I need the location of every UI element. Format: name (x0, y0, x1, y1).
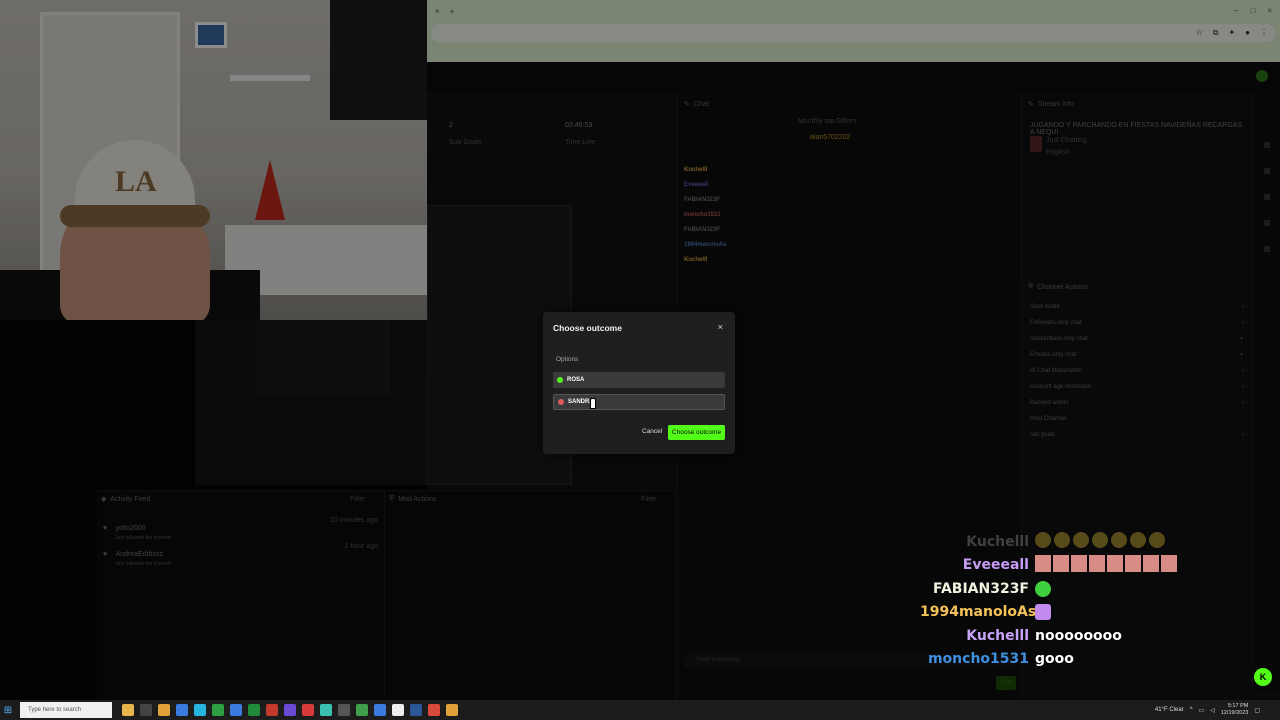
taskbar: ⊞ Type here to search 41°F Clear ^ ▭ ◁ 5… (0, 700, 1280, 720)
purple-feather-emote (1035, 604, 1051, 621)
clock-date: 12/19/2023 (1220, 710, 1249, 716)
app-icon[interactable] (266, 704, 278, 716)
stream-chat-row: FABIAN323F (920, 577, 1250, 601)
stream-chat-message: gooo (1035, 651, 1074, 668)
app-icon[interactable] (374, 704, 386, 716)
modal-title: Choose outcome (553, 323, 622, 333)
option-label: ROSA (567, 377, 585, 383)
option-color-dot (557, 377, 563, 383)
app-icon[interactable] (212, 704, 224, 716)
stream-chat-user: Eveeeall (962, 557, 1029, 574)
obs-icon[interactable] (392, 704, 404, 716)
stream-chat-overlay: Kuchelll Eveeeall FABIAN323F 1994manoloA… (920, 530, 1250, 671)
stream-chat-row: Kuchelll (920, 530, 1250, 554)
taskbar-search[interactable]: Type here to search (20, 702, 112, 718)
option-color-dot (558, 399, 564, 405)
close-icon[interactable]: × (718, 322, 723, 332)
app-icon[interactable] (194, 704, 206, 716)
file-explorer-icon[interactable] (158, 704, 170, 716)
kick-logo-icon: K (1254, 668, 1272, 686)
option-rosa[interactable]: ROSA (553, 372, 725, 388)
app-icon[interactable] (320, 704, 332, 716)
stream-chat-row: Eveeeall (920, 554, 1250, 578)
chrome-icon[interactable] (428, 704, 440, 716)
clock-time: 5:17 PM (1227, 703, 1249, 709)
cancel-button[interactable]: Cancel (642, 428, 662, 435)
face-photo-row (1035, 554, 1179, 576)
mouse-cursor-icon (590, 398, 596, 409)
stream-chat-user: moncho1531 (927, 651, 1029, 668)
system-tray: 41°F Clear ^ ▭ ◁ 5:17 PM 12/19/2023 ▢ (1155, 700, 1260, 720)
stream-chat-row: 1994manoloAs (920, 601, 1250, 625)
app-icon[interactable] (230, 704, 242, 716)
tray-chevron-icon[interactable]: ^ (1190, 707, 1193, 713)
app-icon[interactable] (356, 704, 368, 716)
stream-chat-user: Kuchelll (966, 533, 1029, 550)
options-label: Options (556, 356, 579, 363)
emoji-icon[interactable] (122, 704, 134, 716)
choose-outcome-button[interactable]: Choose outcome (668, 425, 725, 440)
screen: LA × + – □ × ☆ ⧉ ✦ ● ⋮ 2 Sub Goals 02:46… (0, 0, 1280, 720)
chrome-icon[interactable] (446, 704, 458, 716)
stream-chat-user: Kuchelll (966, 627, 1029, 644)
network-icon[interactable]: ▭ (1199, 707, 1205, 714)
choose-outcome-modal: Choose outcome × Options ROSA SANDRA Can… (543, 312, 735, 454)
stream-chat-user: FABIAN323F (932, 580, 1029, 597)
volume-icon[interactable]: ◁ (1210, 707, 1215, 714)
notification-icon[interactable]: ▢ (1254, 707, 1260, 714)
stream-chat-row: Kuchelll noooooooo (920, 624, 1250, 648)
stream-chat-row: moncho1531 gooo (920, 648, 1250, 672)
stream-chat-user: 1994manoloAs (920, 604, 1037, 621)
stream-chat-message: noooooooo (1035, 627, 1122, 644)
edge-icon[interactable] (176, 704, 188, 716)
green-blob-emote (1035, 580, 1051, 597)
app-icon[interactable] (284, 704, 296, 716)
app-icon[interactable] (302, 704, 314, 716)
excel-icon[interactable] (248, 704, 260, 716)
option-sandra[interactable]: SANDRA (553, 394, 725, 410)
app-icon[interactable] (338, 704, 350, 716)
app-icon[interactable] (410, 704, 422, 716)
task-view-icon[interactable] (140, 704, 152, 716)
face-emoji-row (1035, 531, 1168, 552)
clock[interactable]: 5:17 PM 12/19/2023 (1221, 703, 1249, 717)
weather-widget[interactable]: 41°F Clear (1155, 707, 1184, 713)
windows-start-icon[interactable]: ⊞ (0, 700, 16, 720)
